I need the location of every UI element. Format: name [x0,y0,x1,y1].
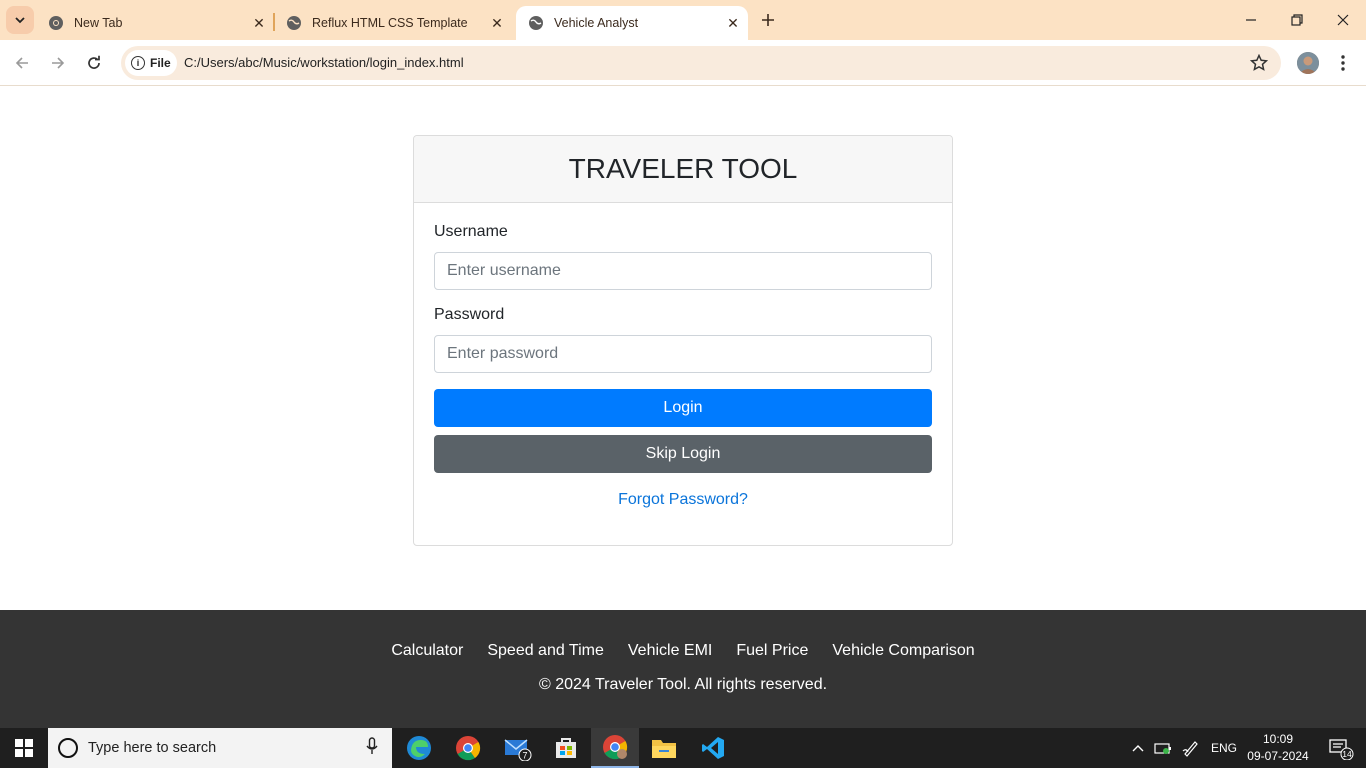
tab-new-tab[interactable]: New Tab ✕ [36,6,274,40]
folder-icon [652,740,676,758]
mail-badge-count: 7 [522,751,527,761]
taskbar-store[interactable] [542,728,590,768]
clock-date: 09-07-2024 [1247,749,1309,763]
show-hidden-icons-button[interactable] [1128,728,1148,768]
chrome-icon [48,15,64,31]
pen-icon [1182,741,1198,757]
vscode-icon [702,737,724,759]
search-icon [58,738,78,758]
password-input[interactable] [434,335,932,373]
close-window-button[interactable] [1320,0,1366,40]
taskbar-search-placeholder: Type here to search [88,740,217,756]
copyright-text: © 2024 Traveler Tool. All rights reserve… [538,676,828,693]
password-group: Password [434,306,932,373]
footer-link-vehicle-comparison[interactable]: Vehicle Comparison [832,642,974,660]
forward-button[interactable] [44,49,72,77]
start-button[interactable] [0,728,48,768]
taskbar-search-box[interactable]: Type here to search [48,728,392,768]
arrow-left-icon [15,57,28,69]
login-card-title: TRAVELER TOOL [414,136,952,203]
site-info-chip[interactable]: i File [125,50,177,76]
chrome-icon [456,736,481,761]
url-text[interactable]: C:/Users/abc/Music/workstation/login_ind… [184,55,464,70]
restore-button[interactable] [1274,0,1320,40]
tab-search-button[interactable] [6,6,34,34]
more-vertical-icon [1341,55,1345,71]
taskbar-vscode[interactable] [689,728,737,768]
restore-icon [1291,14,1303,26]
close-icon[interactable]: ✕ [488,14,506,32]
tab-title: New Tab [74,16,123,30]
close-icon [1337,14,1349,26]
page-content: TRAVELER TOOL Username Password Login Sk… [0,87,1366,728]
globe-icon [286,15,302,31]
tab-vehicle-analyst[interactable]: Vehicle Analyst ✕ [516,6,748,40]
username-label: Username [434,223,508,240]
battery-status[interactable] [1152,728,1174,768]
footer-nav: Calculator Speed and Time Vehicle EMI Fu… [0,642,1366,660]
arrow-right-icon [52,57,65,69]
footer-link-calculator[interactable]: Calculator [391,642,463,660]
taskbar-clock[interactable]: 10:09 09-07-2024 [1244,731,1312,765]
close-icon[interactable]: ✕ [250,14,268,32]
close-icon[interactable]: ✕ [724,14,742,32]
minimize-button[interactable] [1228,0,1274,40]
battery-icon [1154,743,1171,754]
reload-button[interactable] [80,49,108,77]
profile-avatar[interactable] [1297,52,1319,74]
star-icon [1250,54,1268,71]
username-input[interactable] [434,252,932,290]
browser-menu-button[interactable] [1333,49,1353,77]
input-language[interactable]: ENG [1206,728,1242,768]
notification-count: 14 [1342,749,1352,759]
notification-icon: 14 [1329,739,1354,760]
notification-center-button[interactable]: 14 [1320,728,1360,768]
browser-tab-strip: New Tab ✕ Reflux HTML CSS Template ✕ Veh… [0,0,1366,40]
site-info-label: File [150,56,171,70]
footer-link-fuel-price[interactable]: Fuel Price [736,642,808,660]
pen-workspace-button[interactable] [1180,728,1202,768]
chrome-profile-icon [603,735,628,760]
globe-icon [528,15,544,31]
chevron-up-icon [1132,745,1144,752]
taskbar-chrome[interactable] [444,728,492,768]
site-footer: Calculator Speed and Time Vehicle EMI Fu… [0,610,1366,728]
tab-reflux-template[interactable]: Reflux HTML CSS Template ✕ [274,6,512,40]
back-button[interactable] [8,49,36,77]
browser-toolbar: i File C:/Users/abc/Music/workstation/lo… [0,40,1366,86]
password-label: Password [434,306,505,323]
footer-link-speed-and-time[interactable]: Speed and Time [487,642,604,660]
login-card: TRAVELER TOOL Username Password Login Sk… [413,135,953,546]
new-tab-button[interactable] [756,8,780,32]
avatar-icon [1297,52,1319,74]
info-icon: i [131,56,145,70]
forgot-password-link[interactable]: Forgot Password? [434,491,932,509]
bookmark-star-button[interactable] [1249,53,1269,73]
address-bar[interactable]: i File C:/Users/abc/Music/workstation/lo… [121,46,1281,80]
login-form: Username Password Login Skip Login Forgo… [414,203,952,529]
taskbar-chrome-active[interactable] [591,728,639,768]
reload-icon [88,55,100,69]
footer-link-vehicle-emi[interactable]: Vehicle EMI [628,642,712,660]
mail-icon: 7 [504,739,532,761]
taskbar-mail[interactable]: 7 [494,728,542,768]
username-group: Username [434,223,932,290]
clock-time: 10:09 [1262,732,1294,746]
store-icon [556,738,576,758]
chevron-down-icon [15,17,25,24]
skip-login-button[interactable]: Skip Login [434,435,932,473]
edge-icon [407,736,431,760]
windows-taskbar: Type here to search 7 ENG 10:09 09-07-20… [0,728,1366,768]
minimize-icon [1246,19,1256,21]
tab-title: Reflux HTML CSS Template [312,16,468,30]
taskbar-file-explorer[interactable] [640,728,688,768]
tab-title: Vehicle Analyst [554,16,639,30]
plus-icon [762,14,774,26]
windows-logo-icon [15,739,33,757]
login-button[interactable]: Login [434,389,932,427]
taskbar-edge[interactable] [395,728,443,768]
microphone-icon[interactable] [366,736,378,760]
